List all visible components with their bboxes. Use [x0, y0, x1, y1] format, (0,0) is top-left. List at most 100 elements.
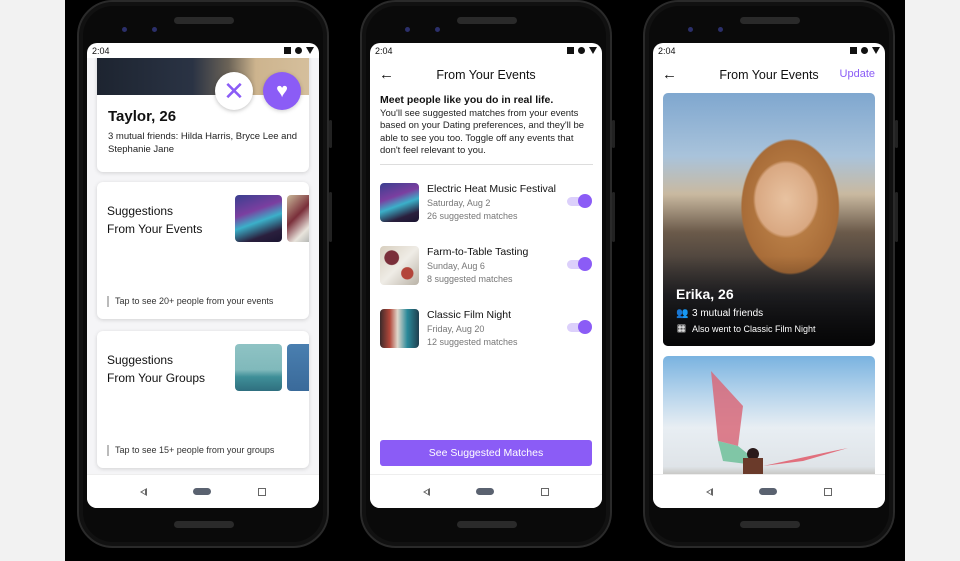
card-footer[interactable]: Tap to see 20+ people from your events — [107, 296, 273, 307]
sensor — [688, 27, 693, 32]
match-name: Erika, 26 — [676, 286, 734, 302]
like-button[interactable]: ♥ — [263, 72, 301, 110]
nav-recents-icon[interactable] — [540, 487, 549, 496]
status-bar: 2:04 — [87, 43, 319, 58]
match-mutual-friends: 3 mutual friends — [692, 308, 764, 319]
signal-icon — [306, 47, 314, 54]
stop-icon — [850, 47, 857, 54]
event-toggle[interactable] — [567, 194, 592, 208]
record-icon — [295, 47, 302, 54]
intro-heading: Meet people like you do in real life. — [380, 94, 554, 106]
phone-frame-3: 2:04 ← From Your Events Update Erika, 26… — [643, 0, 898, 548]
status-time: 2:04 — [658, 45, 676, 56]
android-nav-bar — [87, 474, 319, 508]
event-date: Friday, Aug 20 — [427, 324, 485, 334]
intro-text: Meet people like you do in real life. Yo… — [370, 92, 602, 158]
front-camera — [152, 27, 157, 32]
nav-recents-icon[interactable] — [823, 487, 832, 496]
phone-frame-2: 2:04 ← From Your Events Meet people like… — [360, 0, 615, 548]
nav-back-icon[interactable] — [140, 487, 148, 496]
scarf-shape — [711, 371, 743, 446]
match-event-row: ▦ Also went to Classic Film Night — [676, 323, 816, 334]
event-name: Classic Film Night — [427, 309, 512, 321]
screen-suggestions: 2:04 ✕ ♥ Taylor, 26 3 mutual friends: Hi… — [87, 43, 319, 508]
event-date: Saturday, Aug 2 — [427, 198, 491, 208]
stop-icon — [284, 47, 291, 54]
see-suggested-matches-button[interactable]: See Suggested Matches — [380, 440, 592, 466]
signal-icon — [872, 47, 880, 54]
events-suggestion-card[interactable]: Suggestions From Your Events Tap to see 2… — [97, 182, 309, 319]
stop-icon — [567, 47, 574, 54]
bottom-speaker — [174, 521, 234, 528]
event-toggle[interactable] — [567, 320, 592, 334]
power-button — [895, 120, 898, 148]
event-match-count: 12 suggested matches — [427, 337, 518, 347]
event-toggle[interactable] — [567, 257, 592, 271]
sensor — [122, 27, 127, 32]
match-card[interactable]: Erika, 26 👥 3 mutual friends ▦ Also went… — [663, 93, 875, 346]
event-thumbnail — [380, 309, 419, 348]
event-row[interactable]: Classic Film Night Friday, Aug 20 12 sug… — [380, 309, 592, 349]
suggestions-feed[interactable]: ✕ ♥ Taylor, 26 3 mutual friends: Hilda H… — [87, 58, 319, 474]
event-thumbnail-food — [287, 195, 309, 242]
nav-home-icon[interactable] — [193, 488, 212, 495]
record-icon — [578, 47, 585, 54]
nav-home-icon[interactable] — [476, 488, 495, 495]
toggle-knob — [578, 257, 592, 271]
groups-suggestion-card[interactable]: Suggestions From Your Groups Tap to see 1… — [97, 331, 309, 468]
intro-body: You'll see suggested matches from your e… — [380, 107, 585, 157]
volume-button — [329, 192, 332, 242]
event-date: Sunday, Aug 6 — [427, 261, 485, 271]
mutual-friends: 3 mutual friends: Hilda Harris, Bryce Le… — [108, 131, 298, 155]
toggle-knob — [578, 194, 592, 208]
profile-name: Taylor, 26 — [108, 108, 177, 125]
event-match-count: 8 suggested matches — [427, 274, 513, 284]
earpiece — [457, 17, 517, 24]
phone-frame-1: 2:04 ✕ ♥ Taylor, 26 3 mutual friends: Hi… — [77, 0, 332, 548]
card-title-line2: From Your Events — [107, 222, 203, 236]
nav-back-icon[interactable] — [706, 487, 714, 496]
android-nav-bar — [370, 474, 602, 508]
people-icon: 👥 — [676, 308, 689, 319]
event-name: Electric Heat Music Festival — [427, 183, 556, 195]
match-mutual-row: 👥 3 mutual friends — [676, 308, 763, 319]
showcase-background: 2:04 ✕ ♥ Taylor, 26 3 mutual friends: Hi… — [65, 0, 905, 561]
event-row[interactable]: Farm-to-Table Tasting Sunday, Aug 6 8 su… — [380, 246, 592, 286]
toggle-knob — [578, 320, 592, 334]
status-time: 2:04 — [92, 45, 110, 56]
power-button — [612, 120, 615, 148]
match-photo — [711, 371, 848, 476]
card-title-line1: Suggestions — [107, 204, 174, 218]
event-thumbnail — [380, 246, 419, 285]
profile-card[interactable]: ✕ ♥ Taylor, 26 3 mutual friends: Hilda H… — [97, 58, 309, 172]
nav-home-icon[interactable] — [759, 488, 778, 495]
status-bar: 2:04 — [653, 43, 885, 58]
group-thumbnail-2 — [287, 344, 309, 391]
front-camera — [435, 27, 440, 32]
dismiss-button[interactable]: ✕ — [215, 72, 253, 110]
nav-back-icon[interactable] — [423, 487, 431, 496]
scarf-shape — [763, 448, 848, 466]
match-card[interactable] — [663, 356, 875, 486]
back-arrow-icon[interactable]: ← — [379, 66, 394, 83]
heart-icon: ♥ — [276, 79, 288, 102]
power-button — [329, 120, 332, 148]
back-arrow-icon[interactable]: ← — [662, 66, 677, 83]
card-title: Suggestions From Your Events — [107, 202, 202, 238]
status-bar: 2:04 — [370, 43, 602, 58]
event-row[interactable]: Electric Heat Music Festival Saturday, A… — [380, 183, 592, 223]
card-footer[interactable]: Tap to see 15+ people from your groups — [107, 445, 274, 456]
earpiece — [740, 17, 800, 24]
event-thumbnail-festival — [235, 195, 282, 242]
calendar-icon: ▦ — [676, 323, 687, 334]
nav-recents-icon[interactable] — [257, 487, 266, 496]
card-title: Suggestions From Your Groups — [107, 351, 205, 387]
group-thumbnail-building — [235, 344, 282, 391]
app-header: ← From Your Events — [370, 58, 602, 92]
divider — [380, 163, 593, 165]
update-button[interactable]: Update — [840, 68, 875, 80]
screen-event-matches: 2:04 ← From Your Events Update Erika, 26… — [653, 43, 885, 508]
event-thumbnail — [380, 183, 419, 222]
volume-button — [612, 192, 615, 242]
status-time: 2:04 — [375, 45, 393, 56]
